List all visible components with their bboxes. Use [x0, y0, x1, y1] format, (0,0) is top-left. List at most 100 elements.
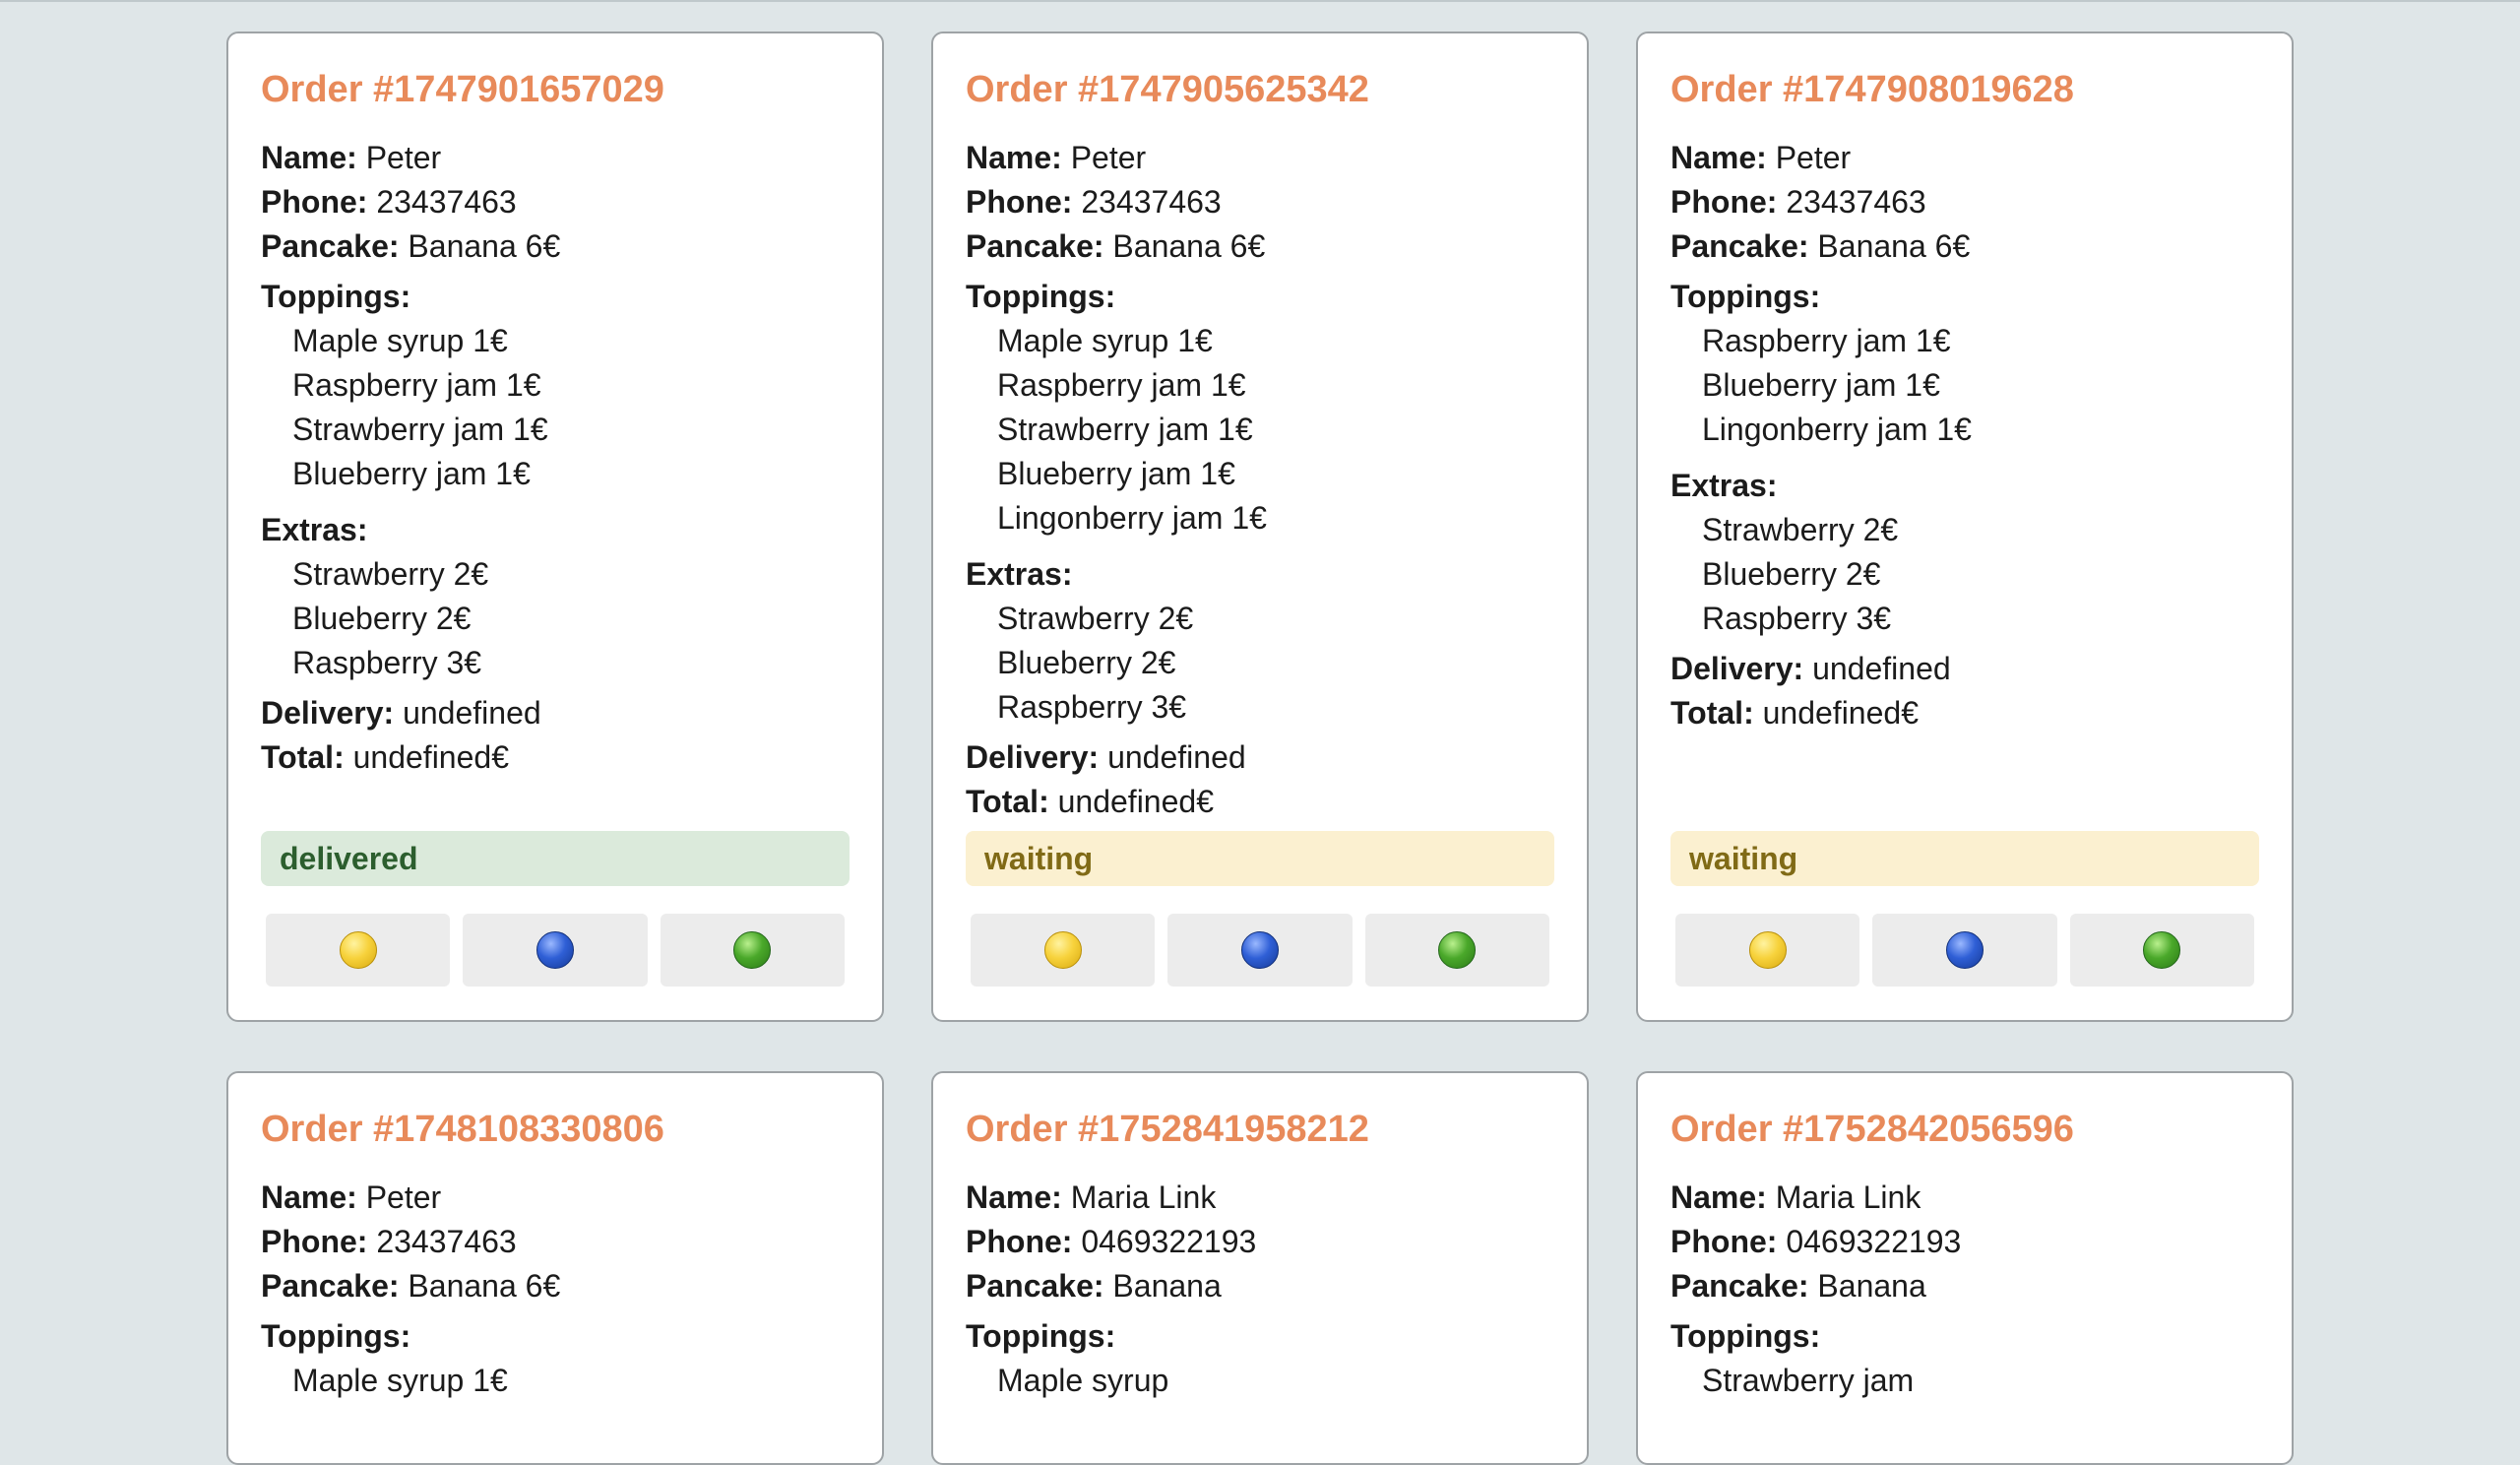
- set-delivered-button[interactable]: [2069, 914, 2254, 987]
- name-value: Maria Link: [1775, 1179, 1922, 1215]
- topping-item: Strawberry jam: [1702, 1363, 1915, 1398]
- name-value: Peter: [1775, 140, 1852, 175]
- pancake-label: Pancake:: [261, 1268, 400, 1304]
- delivery-row: Delivery: undefined: [1670, 647, 2259, 691]
- orders-grid: Order #1747901657029 Name: Peter Phone: …: [226, 32, 2294, 1465]
- name-label: Name:: [261, 1179, 357, 1215]
- phone-row: Phone: 23437463: [261, 180, 850, 224]
- status-badge: waiting: [1670, 831, 2259, 886]
- name-value: Peter: [1070, 140, 1147, 175]
- phone-value: 0469322193: [1786, 1224, 1962, 1259]
- set-in-progress-button[interactable]: [1872, 914, 2057, 987]
- extras-list: Strawberry 2€ Blueberry 2€ Raspberry 3€: [1670, 508, 2259, 647]
- toppings-list: Strawberry jam: [1670, 1359, 2259, 1409]
- pancake-value: Banana 6€: [408, 1268, 561, 1304]
- phone-value: 23437463: [376, 1224, 517, 1259]
- phone-label: Phone:: [966, 1224, 1073, 1259]
- set-delivered-button[interactable]: [1364, 914, 1549, 987]
- topping-item: Maple syrup: [997, 1363, 1169, 1398]
- blue-circle-icon: [536, 931, 574, 969]
- blue-circle-icon: [1945, 931, 1984, 969]
- pancake-value: Banana: [1817, 1268, 1926, 1304]
- order-card: Order #1747905625342 Name: Peter Phone: …: [931, 32, 1589, 1022]
- phone-label: Phone:: [261, 1224, 368, 1259]
- name-label: Name:: [966, 1179, 1062, 1215]
- phone-label: Phone:: [1670, 1224, 1778, 1259]
- order-card: Order #1747901657029 Name: Peter Phone: …: [226, 32, 884, 1022]
- total-label: Total:: [261, 739, 345, 775]
- delivery-label: Delivery:: [966, 739, 1100, 775]
- yellow-circle-icon: [1043, 931, 1082, 969]
- pancake-label: Pancake:: [1670, 228, 1809, 264]
- order-title: Order #1748108330806: [261, 1109, 664, 1150]
- extras-label: Extras:: [1670, 468, 1778, 503]
- topping-item: Strawberry jam 1€: [997, 412, 1253, 447]
- blue-circle-icon: [1240, 931, 1279, 969]
- total-value: undefined€: [352, 739, 509, 775]
- pancake-row: Pancake: Banana 6€: [966, 224, 1554, 269]
- phone-row: Phone: 0469322193: [1670, 1220, 2259, 1264]
- delivery-label: Delivery:: [1670, 651, 1804, 686]
- topping-item: Raspberry jam 1€: [997, 367, 1246, 403]
- pancake-value: Banana: [1112, 1268, 1222, 1304]
- extras-label: Extras:: [966, 556, 1073, 592]
- pancake-row: Pancake: Banana 6€: [261, 1264, 850, 1308]
- topping-item: Lingonberry jam 1€: [1702, 412, 1972, 447]
- delivery-label: Delivery:: [261, 695, 395, 731]
- total-value: undefined€: [1057, 784, 1214, 819]
- toppings-list: Maple syrup: [966, 1359, 1554, 1409]
- name-row: Name: Maria Link: [1670, 1176, 2259, 1220]
- name-label: Name:: [261, 140, 357, 175]
- pancake-label: Pancake:: [1670, 1268, 1809, 1304]
- order-title: Order #1747908019628: [1670, 69, 2074, 110]
- set-in-progress-button[interactable]: [463, 914, 648, 987]
- toppings-list: Maple syrup 1€ Raspberry jam 1€ Strawber…: [966, 319, 1554, 546]
- set-delivered-button[interactable]: [660, 914, 845, 987]
- name-row: Name: Peter: [1670, 136, 2259, 180]
- name-row: Name: Peter: [966, 136, 1554, 180]
- delivery-value: undefined: [1107, 739, 1246, 775]
- toppings-label: Toppings:: [261, 1318, 411, 1354]
- extras-label: Extras:: [261, 512, 368, 547]
- extra-item: Raspberry 3€: [1702, 601, 1892, 636]
- phone-value: 0469322193: [1081, 1224, 1257, 1259]
- phone-label: Phone:: [966, 184, 1073, 220]
- topping-item: Blueberry jam 1€: [292, 456, 531, 491]
- pancake-label: Pancake:: [966, 1268, 1104, 1304]
- extra-item: Strawberry 2€: [1702, 512, 1899, 547]
- delivery-value: undefined: [1812, 651, 1951, 686]
- set-in-progress-button[interactable]: [1167, 914, 1353, 987]
- total-label: Total:: [1670, 695, 1754, 731]
- topping-item: Blueberry jam 1€: [997, 456, 1235, 491]
- extra-item: Strawberry 2€: [292, 556, 489, 592]
- toppings-label: Toppings:: [966, 279, 1116, 314]
- phone-row: Phone: 23437463: [261, 1220, 850, 1264]
- pancake-row: Pancake: Banana: [966, 1264, 1554, 1308]
- name-label: Name:: [966, 140, 1062, 175]
- set-waiting-button[interactable]: [266, 914, 451, 987]
- delivery-row: Delivery: undefined: [261, 691, 850, 735]
- pancake-row: Pancake: Banana 6€: [1670, 224, 2259, 269]
- extras-list: Strawberry 2€ Blueberry 2€ Raspberry 3€: [966, 597, 1554, 735]
- extra-item: Blueberry 2€: [292, 601, 472, 636]
- status-badge: delivered: [261, 831, 850, 886]
- phone-row: Phone: 23437463: [1670, 180, 2259, 224]
- total-row: Total: undefined€: [261, 735, 850, 780]
- extra-item: Blueberry 2€: [1702, 556, 1881, 592]
- name-row: Name: Maria Link: [966, 1176, 1554, 1220]
- order-card: Order #1747908019628 Name: Peter Phone: …: [1636, 32, 2294, 1022]
- phone-row: Phone: 0469322193: [966, 1220, 1554, 1264]
- name-value: Peter: [365, 1179, 442, 1215]
- phone-label: Phone:: [261, 184, 368, 220]
- toppings-list: Maple syrup 1€: [261, 1359, 850, 1409]
- topping-item: Raspberry jam 1€: [1702, 323, 1951, 358]
- extra-item: Raspberry 3€: [997, 689, 1187, 725]
- order-card: Order #1748108330806 Name: Peter Phone: …: [226, 1071, 884, 1465]
- name-row: Name: Peter: [261, 1176, 850, 1220]
- status-badge: waiting: [966, 831, 1554, 886]
- set-waiting-button[interactable]: [1675, 914, 1860, 987]
- name-label: Name:: [1670, 140, 1767, 175]
- name-value: Maria Link: [1070, 1179, 1217, 1215]
- set-waiting-button[interactable]: [971, 914, 1156, 987]
- total-row: Total: undefined€: [966, 780, 1554, 824]
